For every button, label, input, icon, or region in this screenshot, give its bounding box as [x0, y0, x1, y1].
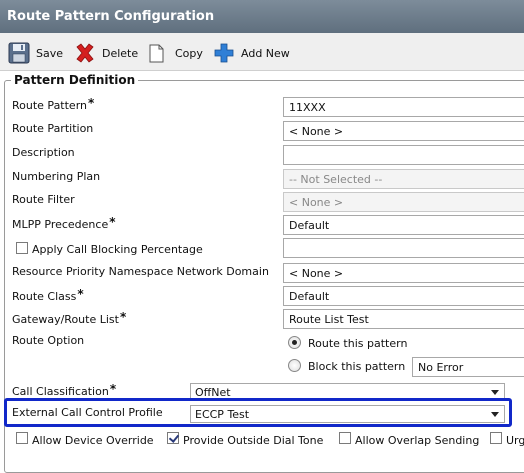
- resource-priority-label: Resource Priority Namespace Network Doma…: [12, 265, 269, 278]
- save-label: Save: [36, 46, 64, 60]
- route-filter-label: Route Filter: [12, 193, 75, 206]
- delete-button[interactable]: Delete: [74, 41, 138, 65]
- route-this-pattern-radio[interactable]: [288, 336, 301, 349]
- allow-overlap-sending-checkbox[interactable]: [339, 432, 351, 444]
- resource-priority-select[interactable]: < None >: [283, 263, 524, 283]
- route-option-label: Route Option: [12, 334, 85, 347]
- provide-outside-dial-tone-label: Provide Outside Dial Tone: [183, 434, 324, 447]
- route-partition-select[interactable]: < None >: [283, 121, 524, 141]
- external-call-control-profile-value: ECCP Test: [195, 408, 250, 421]
- provide-outside-dial-tone-checkbox[interactable]: [167, 432, 179, 444]
- copy-icon: [147, 42, 169, 64]
- mlpp-precedence-label: MLPP Precedence*: [12, 215, 116, 231]
- add-new-label: Add New: [241, 46, 290, 60]
- description-input[interactable]: [283, 145, 524, 165]
- pattern-definition-legend: Pattern Definition: [14, 73, 136, 87]
- allow-device-override-checkbox[interactable]: [16, 432, 28, 444]
- mlpp-precedence-select[interactable]: Default: [283, 215, 524, 235]
- allow-overlap-sending-label: Allow Overlap Sending: [355, 434, 480, 447]
- external-call-control-profile-label: External Call Control Profile: [12, 406, 163, 419]
- call-blocking-percentage-input[interactable]: [283, 238, 524, 258]
- urgent-priority-checkbox[interactable]: [490, 432, 502, 444]
- route-filter-select[interactable]: < None >: [283, 192, 524, 212]
- floppy-disk-icon: [8, 42, 30, 64]
- add-new-button[interactable]: Add New: [213, 41, 290, 65]
- numbering-plan-label: Numbering Plan: [12, 170, 101, 183]
- route-class-select[interactable]: Default: [283, 286, 524, 306]
- route-pattern-label: Route Pattern*: [12, 96, 95, 112]
- chevron-down-icon: [491, 412, 499, 417]
- call-classification-label: Call Classification*: [12, 382, 117, 398]
- urgent-priority-label: Urg: [506, 434, 524, 447]
- window-title: Route Pattern Configuration: [0, 0, 524, 33]
- toolbar: Save Delete Copy Add New: [0, 33, 524, 71]
- route-class-label: Route Class*: [12, 287, 84, 303]
- chevron-down-icon: [491, 390, 499, 395]
- route-partition-label: Route Partition: [12, 122, 94, 135]
- numbering-plan-select[interactable]: -- Not Selected --: [283, 169, 524, 189]
- description-label: Description: [12, 146, 75, 159]
- block-this-pattern-radio[interactable]: [288, 359, 301, 372]
- apply-call-blocking-label: Apply Call Blocking Percentage: [32, 243, 203, 256]
- route-pattern-input[interactable]: 11XXX: [283, 97, 524, 117]
- gateway-route-list-label: Gateway/Route List*: [12, 310, 127, 326]
- gateway-route-list-select[interactable]: Route List Test: [283, 309, 524, 329]
- external-call-control-profile-select[interactable]: ECCP Test: [190, 405, 505, 423]
- copy-label: Copy: [175, 46, 203, 60]
- plus-icon: [213, 42, 235, 64]
- route-this-pattern-label: Route this pattern: [308, 337, 408, 350]
- block-this-pattern-label: Block this pattern: [308, 360, 406, 373]
- red-x-icon: [74, 42, 96, 64]
- apply-call-blocking-checkbox[interactable]: [16, 242, 28, 254]
- block-reason-select[interactable]: No Error: [412, 357, 524, 377]
- save-button[interactable]: Save: [8, 41, 63, 65]
- copy-button[interactable]: Copy: [147, 41, 203, 65]
- delete-label: Delete: [102, 46, 139, 60]
- allow-device-override-label: Allow Device Override: [32, 434, 154, 447]
